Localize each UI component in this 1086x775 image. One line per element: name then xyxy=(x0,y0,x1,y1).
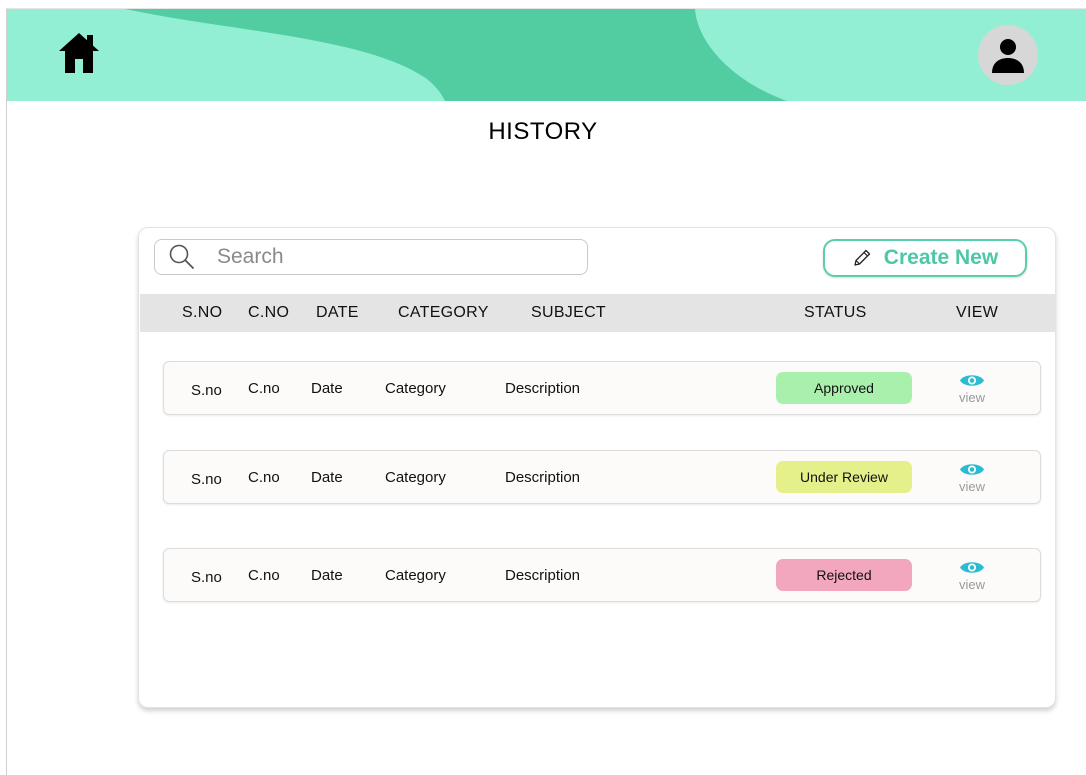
create-new-label: Create New xyxy=(883,246,999,269)
status-badge: Approved xyxy=(776,372,912,404)
top-header xyxy=(7,9,1086,101)
row-sno: S.no xyxy=(191,569,222,586)
column-header-subject: SUBJECT xyxy=(531,304,606,321)
row-category: Category xyxy=(385,380,446,397)
row-category: Category xyxy=(385,469,446,486)
status-badge: Rejected xyxy=(776,559,912,591)
column-header-category: CATEGORY xyxy=(398,304,489,321)
view-label: view xyxy=(958,577,985,592)
row-sno: S.no xyxy=(191,471,222,488)
row-cno: C.no xyxy=(248,469,280,486)
row-subject: Description xyxy=(505,567,581,584)
view-button[interactable]: view xyxy=(950,461,994,499)
view-label: view xyxy=(958,390,985,405)
view-label: view xyxy=(958,479,985,494)
view-button[interactable]: view xyxy=(950,372,994,410)
column-header-date: DATE xyxy=(316,304,359,321)
profile-avatar-button[interactable] xyxy=(978,25,1038,85)
home-icon xyxy=(59,33,99,73)
column-header-sno: S.NO xyxy=(182,304,223,321)
row-date: Date xyxy=(311,380,343,397)
row-date: Date xyxy=(311,469,343,486)
view-button[interactable]: view xyxy=(950,559,994,597)
create-new-button[interactable]: Create New xyxy=(823,239,1027,277)
row-date: Date xyxy=(311,567,343,584)
search-icon xyxy=(169,244,194,269)
history-card: Create New S.NO C.NO DATE CATEGORY SUBJE… xyxy=(138,227,1056,708)
row-sno: S.no xyxy=(191,382,222,399)
eye-icon xyxy=(960,375,984,386)
status-badge: Under Review xyxy=(776,461,912,493)
pencil-icon xyxy=(854,249,870,266)
column-header-status: STATUS xyxy=(804,304,867,321)
row-subject: Description xyxy=(505,469,581,486)
table-row: S.no C.no Date Category Description Appr… xyxy=(163,361,1041,415)
page-title: HISTORY xyxy=(488,118,598,145)
row-cno: C.no xyxy=(248,567,280,584)
header-wave-decoration xyxy=(125,9,787,101)
table-row: S.no C.no Date Category Description Unde… xyxy=(163,450,1041,504)
row-category: Category xyxy=(385,567,446,584)
user-icon xyxy=(992,39,1024,73)
column-header-view: VIEW xyxy=(956,304,999,321)
home-button[interactable] xyxy=(57,31,101,75)
column-header-cno: C.NO xyxy=(248,304,290,321)
eye-icon xyxy=(960,464,984,475)
table-header: S.NO C.NO DATE CATEGORY SUBJECT STATUS V… xyxy=(140,294,1056,332)
row-cno: C.no xyxy=(248,380,280,397)
search-box[interactable] xyxy=(154,239,588,275)
search-input[interactable] xyxy=(217,245,517,269)
table-row: S.no C.no Date Category Description Reje… xyxy=(163,548,1041,602)
eye-icon xyxy=(960,562,984,573)
row-subject: Description xyxy=(505,380,581,397)
